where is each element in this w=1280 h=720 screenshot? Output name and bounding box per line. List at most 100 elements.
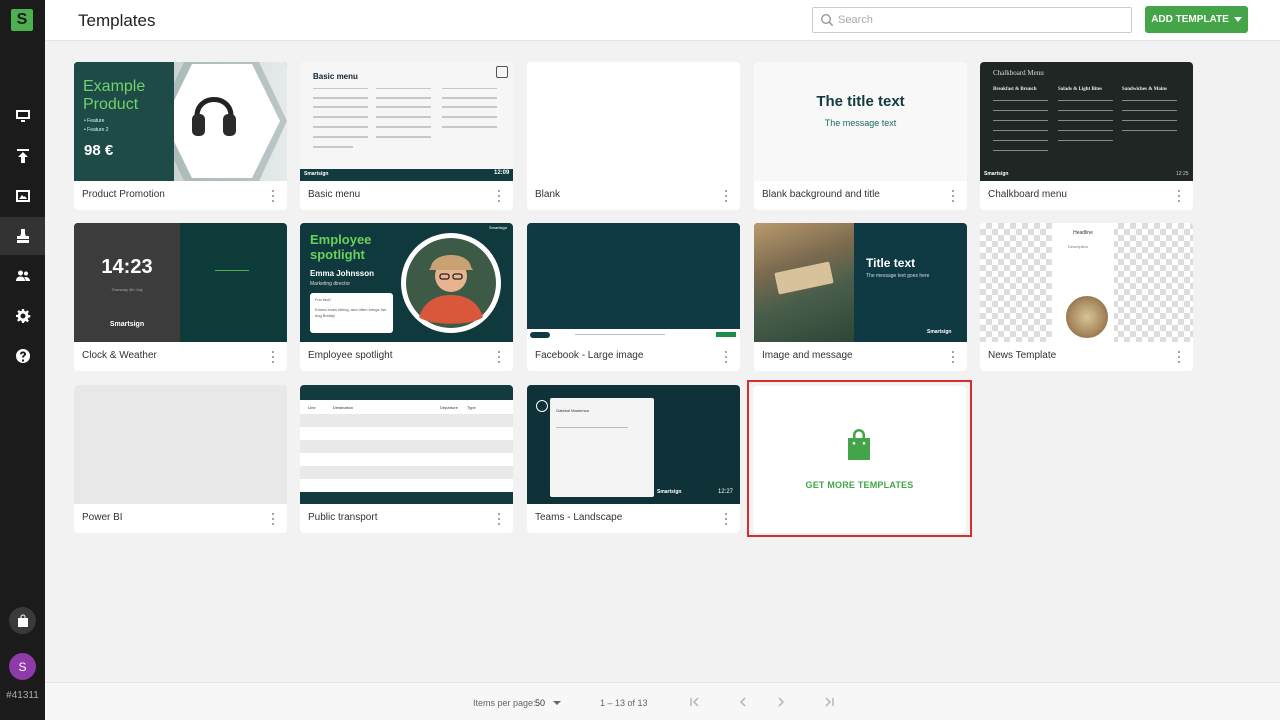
news-image <box>1064 294 1110 340</box>
more-vert-icon[interactable] <box>497 513 501 525</box>
get-more-templates-inner[interactable]: GET MORE TEMPLATES <box>753 386 966 533</box>
header: Templates ADD TEMPLATE <box>45 0 1280 41</box>
nav-screens[interactable] <box>0 97 45 135</box>
teams-card-title: Gatekat Madrenca <box>556 408 589 413</box>
more-vert-icon[interactable] <box>271 351 275 363</box>
more-vert-icon[interactable] <box>724 351 728 363</box>
chalkboard-col3: Sandwiches & Mains <box>1122 87 1168 92</box>
search-icon <box>820 13 834 27</box>
avatar[interactable]: S <box>9 653 36 680</box>
template-label: Clock & Weather <box>82 350 157 361</box>
template-thumbnail: Headline Description <box>980 223 1193 342</box>
add-template-button[interactable]: ADD TEMPLATE <box>1145 6 1248 33</box>
transport-col-line: Line <box>308 405 316 410</box>
get-more-templates-label: GET MORE TEMPLATES <box>805 480 914 490</box>
last-page-button[interactable] <box>821 694 837 710</box>
template-card-public-transport[interactable]: Line Destination Departure Type Public t… <box>300 385 513 533</box>
clock-date: Thursday 4th July <box>111 287 143 292</box>
more-vert-icon[interactable] <box>724 190 728 202</box>
template-label: Image and message <box>762 350 853 361</box>
nav-help[interactable] <box>0 337 45 375</box>
next-page-button[interactable] <box>773 694 789 710</box>
clock-brand: Smartsign <box>109 321 145 328</box>
shopping-bag-icon <box>17 614 28 627</box>
template-card-blank-background-title[interactable]: The title text The message text Blank ba… <box>754 62 967 210</box>
template-thumbnail <box>527 223 740 342</box>
caret-down-icon[interactable] <box>553 701 561 705</box>
image-message-title: Title text <box>866 256 916 270</box>
template-label: Blank <box>535 189 561 200</box>
template-thumbnail: The title text The message text <box>754 62 967 181</box>
template-card-basic-menu[interactable]: Basic menu Smartsign 12:09 Basic menu <box>300 62 513 210</box>
news-headline: Headline <box>1073 230 1093 236</box>
employee-photo <box>401 233 501 333</box>
app-logo[interactable]: S <box>11 9 33 31</box>
more-vert-icon[interactable] <box>951 351 955 363</box>
first-page-button[interactable] <box>687 694 703 710</box>
shop-button[interactable] <box>9 607 36 634</box>
template-card-blank[interactable]: Blank <box>527 62 740 210</box>
gear-icon <box>15 309 30 323</box>
employee-fun-fact: Fun fact! <box>315 297 331 302</box>
qr-code-icon <box>496 66 508 78</box>
template-card-employee-spotlight[interactable]: Employee spotlight Emma Johnsson Marketi… <box>300 223 513 371</box>
headphones-image <box>192 97 236 136</box>
caret-down-icon <box>1233 17 1242 22</box>
more-vert-icon[interactable] <box>497 351 501 363</box>
thumb-message-text: The message text <box>824 118 897 128</box>
template-thumbnail: Example Product • Feature • Feature 2 98… <box>74 62 287 181</box>
more-vert-icon[interactable] <box>271 513 275 525</box>
template-card-image-and-message[interactable]: Title text The message text goes here Sm… <box>754 223 967 371</box>
more-vert-icon[interactable] <box>724 513 728 525</box>
nav-media[interactable] <box>0 177 45 215</box>
template-card-product-promotion[interactable]: Example Product • Feature • Feature 2 98… <box>74 62 287 210</box>
search-box[interactable] <box>812 7 1132 33</box>
template-card-news[interactable]: Headline Description News Template <box>980 223 1193 371</box>
nav-users[interactable] <box>0 257 45 295</box>
transport-col-destination: Destination <box>333 405 354 410</box>
image-message-text: The message text goes here <box>866 273 930 279</box>
template-card-clock-weather[interactable]: 14:23 Thursday 4th July Smartsign Clock … <box>74 223 287 371</box>
template-thumbnail: Line Destination Departure Type <box>300 385 513 504</box>
sidebar: S S #41311 <box>0 0 45 720</box>
template-card-power-bi[interactable]: Power BI <box>74 385 287 533</box>
template-thumbnail <box>74 385 287 504</box>
template-thumbnail: Title text The message text goes here Sm… <box>754 223 967 342</box>
product-feature-2: • Feature 2 <box>84 127 109 133</box>
product-title-line2: Product <box>83 96 139 113</box>
search-input[interactable] <box>838 11 1123 29</box>
nav-publish[interactable] <box>0 137 45 175</box>
template-thumbnail: Employee spotlight Emma Johnsson Marketi… <box>300 223 513 342</box>
clock-time: 14:23 <box>101 256 153 278</box>
items-per-page-select[interactable]: 50 <box>535 698 545 708</box>
add-template-label: ADD TEMPLATE <box>1151 14 1229 25</box>
nav-settings[interactable] <box>0 297 45 335</box>
template-thumbnail: Gatekat Madrenca Smartsign 12:27 <box>527 385 740 504</box>
chevron-left-icon <box>739 697 746 707</box>
template-label: News Template <box>988 350 1057 361</box>
last-page-icon <box>825 697 834 707</box>
nav-templates[interactable] <box>0 217 45 255</box>
template-card-facebook-large-image[interactable]: Facebook - Large image <box>527 223 740 371</box>
employee-role: Marketing director <box>310 281 351 287</box>
items-per-page-label: Items per page: <box>473 698 536 708</box>
more-vert-icon[interactable] <box>951 190 955 202</box>
previous-page-button[interactable] <box>735 694 751 710</box>
employee-brand: Smartsign <box>489 225 508 230</box>
template-card-teams-landscape[interactable]: Gatekat Madrenca Smartsign 12:27 Teams -… <box>527 385 740 533</box>
image-icon <box>15 190 30 202</box>
more-vert-icon[interactable] <box>1177 351 1181 363</box>
get-more-templates-card[interactable]: GET MORE TEMPLATES <box>747 380 972 537</box>
more-vert-icon[interactable] <box>1177 190 1181 202</box>
shopping-bag-icon <box>848 429 870 460</box>
monitor-icon <box>15 110 30 122</box>
template-label: Product Promotion <box>82 189 165 200</box>
template-card-chalkboard-menu[interactable]: Chalkboard Menu Breakfast & Brunch Salad… <box>980 62 1193 210</box>
more-vert-icon[interactable] <box>271 190 275 202</box>
teams-time: 12:27 <box>718 489 734 495</box>
basic-menu-brand: Smartsign <box>304 171 329 177</box>
basic-menu-time: 12:09 <box>494 170 510 176</box>
transport-col-departure: Departure <box>440 405 458 410</box>
more-vert-icon[interactable] <box>497 190 501 202</box>
upload-icon <box>16 149 29 163</box>
